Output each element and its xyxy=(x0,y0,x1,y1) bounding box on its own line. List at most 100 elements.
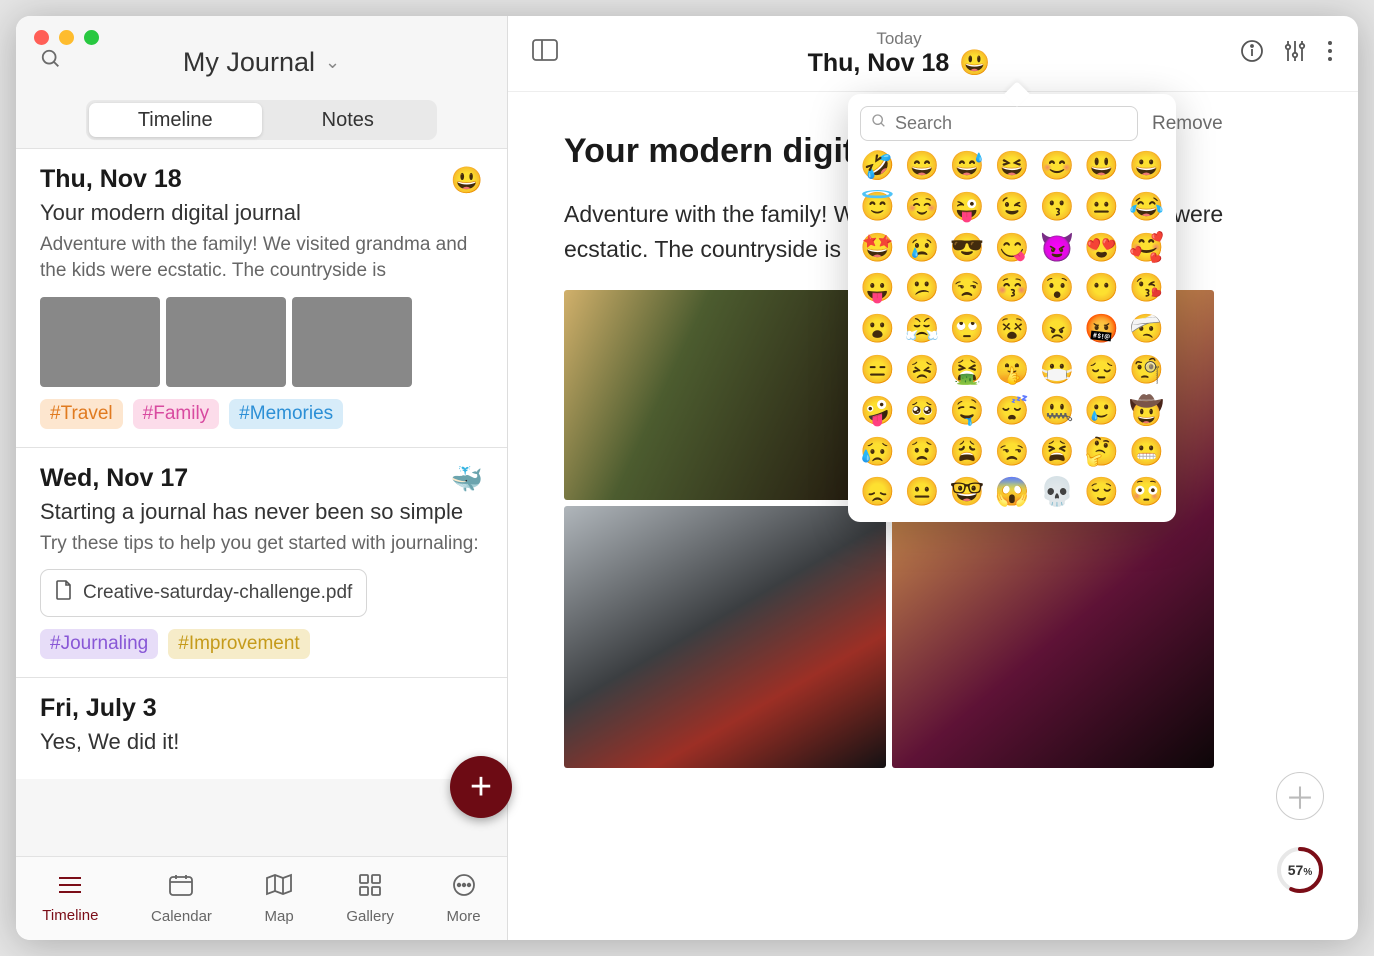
bottom-tab-more[interactable]: More xyxy=(446,873,480,925)
emoji-option[interactable]: 😘 xyxy=(1129,273,1164,304)
info-icon[interactable] xyxy=(1240,39,1264,69)
photo-thumbnail[interactable] xyxy=(292,297,412,387)
emoji-option[interactable]: 😌 xyxy=(1084,477,1119,508)
emoji-option[interactable]: 😵 xyxy=(995,314,1030,345)
emoji-option[interactable]: 🙄 xyxy=(950,314,985,345)
emoji-option[interactable]: 😃 xyxy=(1084,151,1119,182)
emoji-option[interactable]: 😜 xyxy=(950,192,985,223)
emoji-option[interactable]: 🤓 xyxy=(950,477,985,508)
emoji-option[interactable]: 😠 xyxy=(1040,314,1075,345)
sliders-icon[interactable] xyxy=(1284,39,1306,69)
emoji-option[interactable]: 😅 xyxy=(950,151,985,182)
emoji-option[interactable]: 😤 xyxy=(905,314,940,345)
attachment-chip[interactable]: Creative-saturday-challenge.pdf xyxy=(40,569,367,617)
emoji-option[interactable]: 🧐 xyxy=(1129,355,1164,386)
emoji-option[interactable]: 🤕 xyxy=(1129,314,1164,345)
photo-thumbnail[interactable] xyxy=(166,297,286,387)
emoji-option[interactable]: 🥰 xyxy=(1129,233,1164,264)
emoji-option[interactable]: 😷 xyxy=(1040,355,1075,386)
photo[interactable] xyxy=(564,290,886,500)
emoji-option[interactable]: 😉 xyxy=(995,192,1030,223)
emoji-option[interactable]: 😱 xyxy=(995,477,1030,508)
emoji-option[interactable]: 😢 xyxy=(905,233,940,264)
emoji-option[interactable]: 🤩 xyxy=(860,233,895,264)
emoji-option[interactable]: 😀 xyxy=(1129,151,1164,182)
tab-timeline[interactable]: Timeline xyxy=(89,103,262,137)
emoji-option[interactable]: 🤮 xyxy=(950,355,985,386)
emoji-option[interactable]: 😐 xyxy=(1084,192,1119,223)
tag[interactable]: #Family xyxy=(133,399,220,429)
emoji-option[interactable]: 😟 xyxy=(905,437,940,468)
tag[interactable]: #Journaling xyxy=(40,629,158,659)
emoji-option[interactable]: 😇 xyxy=(860,192,895,223)
emoji-option[interactable]: 😶 xyxy=(1084,273,1119,304)
new-entry-button[interactable]: + xyxy=(450,756,512,818)
emoji-option[interactable]: 😎 xyxy=(950,233,985,264)
emoji-option[interactable]: 😔 xyxy=(1084,355,1119,386)
emoji-option[interactable]: 😕 xyxy=(905,273,940,304)
minimize-window-button[interactable] xyxy=(59,30,74,45)
emoji-option[interactable]: 😬 xyxy=(1129,437,1164,468)
bottom-tab-map[interactable]: Map xyxy=(265,873,294,925)
emoji-option[interactable]: 😩 xyxy=(950,437,985,468)
tab-notes[interactable]: Notes xyxy=(262,103,435,137)
emoji-option[interactable]: 🤪 xyxy=(860,396,895,427)
emoji-option[interactable]: 😒 xyxy=(995,437,1030,468)
emoji-option[interactable]: 😫 xyxy=(1040,437,1075,468)
emoji-option[interactable]: 😈 xyxy=(1040,233,1075,264)
entry-item[interactable]: Fri, July 3 Yes, We did it! xyxy=(16,677,507,779)
emoji-option[interactable]: 🤤 xyxy=(950,396,985,427)
emoji-option[interactable]: 😒 xyxy=(950,273,985,304)
emoji-option[interactable]: 😊 xyxy=(1040,151,1075,182)
add-content-button[interactable]: ＋ xyxy=(1276,772,1324,820)
photo-thumbnail[interactable] xyxy=(40,297,160,387)
emoji-option[interactable]: 🤔 xyxy=(1084,437,1119,468)
emoji-option[interactable]: 😴 xyxy=(995,396,1030,427)
emoji-option[interactable]: 😛 xyxy=(860,273,895,304)
search-icon[interactable] xyxy=(40,48,62,76)
toggle-sidebar-icon[interactable] xyxy=(532,39,558,68)
emoji-option[interactable]: 🥺 xyxy=(905,396,940,427)
kebab-icon[interactable] xyxy=(1326,39,1334,69)
emoji-option[interactable]: 😄 xyxy=(905,151,940,182)
emoji-option[interactable]: 🤐 xyxy=(1040,396,1075,427)
tag[interactable]: #Improvement xyxy=(168,629,309,659)
emoji-option[interactable]: ☺️ xyxy=(905,192,940,223)
bottom-tab-calendar[interactable]: Calendar xyxy=(151,873,212,925)
emoji-option[interactable]: 💀 xyxy=(1040,477,1075,508)
emoji-option[interactable]: 🤬 xyxy=(1084,314,1119,345)
close-window-button[interactable] xyxy=(34,30,49,45)
emoji-option[interactable]: 😋 xyxy=(995,233,1030,264)
goal-progress[interactable]: 57% xyxy=(1276,846,1324,894)
tag[interactable]: #Travel xyxy=(40,399,123,429)
emoji-option[interactable]: 😞 xyxy=(860,477,895,508)
emoji-option[interactable]: 😍 xyxy=(1084,233,1119,264)
emoji-option[interactable]: 🤠 xyxy=(1129,396,1164,427)
journal-selector[interactable]: My Journal ⌄ xyxy=(36,47,487,78)
zoom-window-button[interactable] xyxy=(84,30,99,45)
remove-emoji-button[interactable]: Remove xyxy=(1152,113,1223,135)
tag[interactable]: #Memories xyxy=(229,399,343,429)
emoji-option[interactable]: 😗 xyxy=(1040,192,1075,223)
entry-item[interactable]: Thu, Nov 18 😃 Your modern digital journa… xyxy=(16,148,507,447)
header-mood-emoji[interactable]: 😃 xyxy=(959,49,990,78)
bottom-tab-timeline[interactable]: Timeline xyxy=(42,874,98,924)
emoji-option[interactable]: 😚 xyxy=(995,273,1030,304)
emoji-option[interactable]: 😥 xyxy=(860,437,895,468)
emoji-search-input[interactable] xyxy=(895,113,1127,134)
emoji-option[interactable]: 😣 xyxy=(905,355,940,386)
bottom-tab-gallery[interactable]: Gallery xyxy=(346,873,394,925)
emoji-option[interactable]: 😮 xyxy=(860,314,895,345)
emoji-option[interactable]: 😆 xyxy=(995,151,1030,182)
emoji-option[interactable]: 😂 xyxy=(1129,192,1164,223)
photo[interactable] xyxy=(564,506,886,768)
emoji-option[interactable]: 😐 xyxy=(905,477,940,508)
emoji-option[interactable]: 🥲 xyxy=(1084,396,1119,427)
entry-item[interactable]: Wed, Nov 17 🐳 Starting a journal has nev… xyxy=(16,447,507,677)
emoji-search-field[interactable] xyxy=(860,106,1138,141)
emoji-option[interactable]: 😯 xyxy=(1040,273,1075,304)
emoji-option[interactable]: 🤣 xyxy=(860,151,895,182)
emoji-option[interactable]: 🤫 xyxy=(995,355,1030,386)
emoji-option[interactable]: 😑 xyxy=(860,355,895,386)
emoji-option[interactable]: 😳 xyxy=(1129,477,1164,508)
